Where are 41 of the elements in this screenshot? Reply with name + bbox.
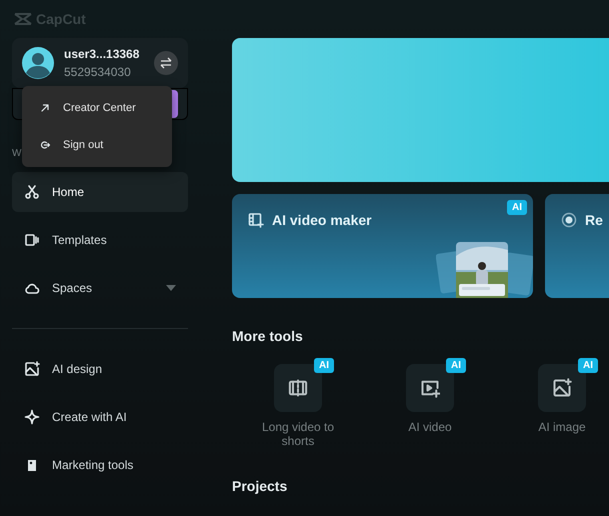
nav-item[interactable]: Home <box>12 172 188 212</box>
menu-item[interactable]: Sign out <box>22 126 172 163</box>
section-label: W <box>12 148 22 161</box>
arrow-icon <box>39 102 51 114</box>
tool-label: AI video <box>407 420 453 434</box>
nav-item[interactable]: Marketing tools <box>12 445 188 485</box>
nav-item[interactable]: Templates <box>12 220 188 260</box>
user-id: 5529534030 <box>64 65 132 79</box>
caret-icon <box>166 285 176 291</box>
tool-label: AI image <box>537 420 587 434</box>
menu-item[interactable]: Creator Center <box>22 90 172 126</box>
ai-badge: AI <box>507 200 527 215</box>
swap-icon <box>160 57 172 69</box>
scissors-icon <box>24 184 40 200</box>
switch-account-button[interactable] <box>154 51 178 75</box>
feature-card[interactable]: Re <box>545 194 609 298</box>
feature-card[interactable]: AI video maker AI <box>232 194 533 298</box>
nav-item[interactable]: Create with AI <box>12 397 188 437</box>
account-card[interactable]: user3...13368 5529534030 <box>12 38 188 88</box>
sparkle-icon <box>24 409 40 425</box>
ai-badge: AI <box>578 358 598 373</box>
nav-item[interactable]: AI design <box>12 349 188 389</box>
video-sparkle-icon <box>420 378 440 398</box>
ai-badge: AI <box>314 358 334 373</box>
sign-out-icon <box>39 138 51 151</box>
split-video-icon <box>288 378 308 398</box>
templates-icon <box>24 232 40 248</box>
user-name: user3...13368 <box>64 47 140 61</box>
ai-badge: AI <box>446 358 466 373</box>
feature-title: AI video maker <box>272 212 372 228</box>
image-sparkle-icon <box>24 361 40 377</box>
record-icon <box>561 212 577 228</box>
logo-icon <box>14 12 32 26</box>
nav-item[interactable]: Spaces <box>12 268 188 308</box>
avatar-icon <box>22 47 54 79</box>
section-title: More tools <box>232 328 304 344</box>
section-title: Projects <box>232 478 288 494</box>
feature-title: Re <box>585 212 603 228</box>
film-sparkle-icon <box>248 212 264 228</box>
tool-label: Long video to shorts <box>260 420 336 448</box>
image-sparkle-icon <box>552 378 572 398</box>
